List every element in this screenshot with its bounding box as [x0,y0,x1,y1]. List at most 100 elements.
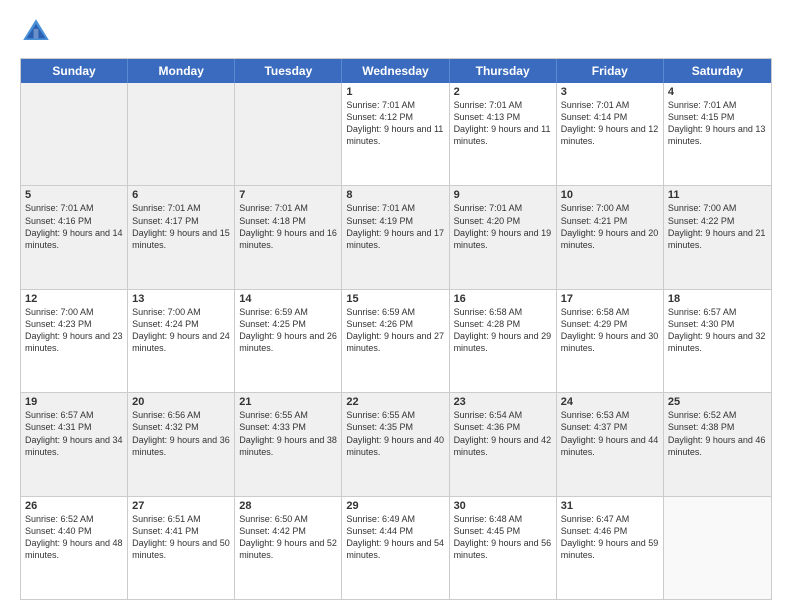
cell-info: Sunrise: 6:52 AM Sunset: 4:40 PM Dayligh… [25,513,123,562]
calendar-row-3: 19Sunrise: 6:57 AM Sunset: 4:31 PM Dayli… [21,392,771,495]
calendar-cell-26: 26Sunrise: 6:52 AM Sunset: 4:40 PM Dayli… [21,497,128,599]
day-number: 2 [454,86,552,98]
day-number: 24 [561,396,659,408]
cell-info: Sunrise: 7:01 AM Sunset: 4:19 PM Dayligh… [346,202,444,251]
cell-info: Sunrise: 6:55 AM Sunset: 4:35 PM Dayligh… [346,409,444,458]
header [20,16,772,48]
day-number: 4 [668,86,767,98]
calendar-cell-15: 15Sunrise: 6:59 AM Sunset: 4:26 PM Dayli… [342,290,449,392]
calendar-cell-21: 21Sunrise: 6:55 AM Sunset: 4:33 PM Dayli… [235,393,342,495]
cell-info: Sunrise: 6:47 AM Sunset: 4:46 PM Dayligh… [561,513,659,562]
cell-info: Sunrise: 6:55 AM Sunset: 4:33 PM Dayligh… [239,409,337,458]
calendar-cell-30: 30Sunrise: 6:48 AM Sunset: 4:45 PM Dayli… [450,497,557,599]
day-header-sunday: Sunday [21,59,128,83]
day-number: 7 [239,189,337,201]
cell-info: Sunrise: 7:01 AM Sunset: 4:16 PM Dayligh… [25,202,123,251]
calendar-cell-25: 25Sunrise: 6:52 AM Sunset: 4:38 PM Dayli… [664,393,771,495]
day-number: 13 [132,293,230,305]
cell-info: Sunrise: 6:58 AM Sunset: 4:28 PM Dayligh… [454,306,552,355]
day-number: 18 [668,293,767,305]
cell-info: Sunrise: 6:49 AM Sunset: 4:44 PM Dayligh… [346,513,444,562]
cell-info: Sunrise: 7:00 AM Sunset: 4:22 PM Dayligh… [668,202,767,251]
day-number: 15 [346,293,444,305]
day-number: 19 [25,396,123,408]
calendar-cell-10: 10Sunrise: 7:00 AM Sunset: 4:21 PM Dayli… [557,186,664,288]
cell-info: Sunrise: 7:01 AM Sunset: 4:12 PM Dayligh… [346,99,444,148]
calendar-cell-3: 3Sunrise: 7:01 AM Sunset: 4:14 PM Daylig… [557,83,664,185]
calendar-cell-13: 13Sunrise: 7:00 AM Sunset: 4:24 PM Dayli… [128,290,235,392]
calendar-cell-6: 6Sunrise: 7:01 AM Sunset: 4:17 PM Daylig… [128,186,235,288]
cell-info: Sunrise: 7:01 AM Sunset: 4:13 PM Dayligh… [454,99,552,148]
cell-info: Sunrise: 6:54 AM Sunset: 4:36 PM Dayligh… [454,409,552,458]
day-number: 27 [132,500,230,512]
logo-icon [20,16,52,48]
day-number: 29 [346,500,444,512]
day-header-tuesday: Tuesday [235,59,342,83]
day-number: 1 [346,86,444,98]
day-number: 20 [132,396,230,408]
calendar-cell-27: 27Sunrise: 6:51 AM Sunset: 4:41 PM Dayli… [128,497,235,599]
cell-info: Sunrise: 7:01 AM Sunset: 4:14 PM Dayligh… [561,99,659,148]
day-number: 16 [454,293,552,305]
cell-info: Sunrise: 7:01 AM Sunset: 4:20 PM Dayligh… [454,202,552,251]
cell-info: Sunrise: 7:00 AM Sunset: 4:21 PM Dayligh… [561,202,659,251]
calendar-row-1: 5Sunrise: 7:01 AM Sunset: 4:16 PM Daylig… [21,185,771,288]
page: SundayMondayTuesdayWednesdayThursdayFrid… [0,0,792,612]
cell-info: Sunrise: 6:48 AM Sunset: 4:45 PM Dayligh… [454,513,552,562]
cell-info: Sunrise: 7:01 AM Sunset: 4:18 PM Dayligh… [239,202,337,251]
cell-info: Sunrise: 6:52 AM Sunset: 4:38 PM Dayligh… [668,409,767,458]
day-header-thursday: Thursday [450,59,557,83]
day-header-wednesday: Wednesday [342,59,449,83]
calendar-cell-empty-0-2 [235,83,342,185]
day-number: 21 [239,396,337,408]
day-number: 3 [561,86,659,98]
calendar-cell-7: 7Sunrise: 7:01 AM Sunset: 4:18 PM Daylig… [235,186,342,288]
day-number: 23 [454,396,552,408]
day-header-saturday: Saturday [664,59,771,83]
calendar-cell-empty-4-6 [664,497,771,599]
cell-info: Sunrise: 7:00 AM Sunset: 4:23 PM Dayligh… [25,306,123,355]
day-headers: SundayMondayTuesdayWednesdayThursdayFrid… [21,59,771,83]
cell-info: Sunrise: 6:56 AM Sunset: 4:32 PM Dayligh… [132,409,230,458]
day-number: 9 [454,189,552,201]
calendar-cell-8: 8Sunrise: 7:01 AM Sunset: 4:19 PM Daylig… [342,186,449,288]
calendar-cell-24: 24Sunrise: 6:53 AM Sunset: 4:37 PM Dayli… [557,393,664,495]
calendar-cell-29: 29Sunrise: 6:49 AM Sunset: 4:44 PM Dayli… [342,497,449,599]
cell-info: Sunrise: 6:59 AM Sunset: 4:25 PM Dayligh… [239,306,337,355]
calendar-cell-empty-0-1 [128,83,235,185]
cell-info: Sunrise: 6:57 AM Sunset: 4:30 PM Dayligh… [668,306,767,355]
calendar-cell-20: 20Sunrise: 6:56 AM Sunset: 4:32 PM Dayli… [128,393,235,495]
calendar-cell-28: 28Sunrise: 6:50 AM Sunset: 4:42 PM Dayli… [235,497,342,599]
calendar-cell-16: 16Sunrise: 6:58 AM Sunset: 4:28 PM Dayli… [450,290,557,392]
logo [20,16,56,48]
calendar-cell-11: 11Sunrise: 7:00 AM Sunset: 4:22 PM Dayli… [664,186,771,288]
calendar-row-2: 12Sunrise: 7:00 AM Sunset: 4:23 PM Dayli… [21,289,771,392]
day-number: 12 [25,293,123,305]
cell-info: Sunrise: 7:00 AM Sunset: 4:24 PM Dayligh… [132,306,230,355]
calendar-cell-23: 23Sunrise: 6:54 AM Sunset: 4:36 PM Dayli… [450,393,557,495]
day-number: 5 [25,189,123,201]
calendar-cell-22: 22Sunrise: 6:55 AM Sunset: 4:35 PM Dayli… [342,393,449,495]
cell-info: Sunrise: 6:51 AM Sunset: 4:41 PM Dayligh… [132,513,230,562]
calendar: SundayMondayTuesdayWednesdayThursdayFrid… [20,58,772,600]
calendar-cell-4: 4Sunrise: 7:01 AM Sunset: 4:15 PM Daylig… [664,83,771,185]
day-number: 26 [25,500,123,512]
day-number: 30 [454,500,552,512]
day-number: 22 [346,396,444,408]
cell-info: Sunrise: 6:57 AM Sunset: 4:31 PM Dayligh… [25,409,123,458]
calendar-cell-19: 19Sunrise: 6:57 AM Sunset: 4:31 PM Dayli… [21,393,128,495]
day-number: 25 [668,396,767,408]
cell-info: Sunrise: 7:01 AM Sunset: 4:15 PM Dayligh… [668,99,767,148]
calendar-cell-18: 18Sunrise: 6:57 AM Sunset: 4:30 PM Dayli… [664,290,771,392]
cell-info: Sunrise: 7:01 AM Sunset: 4:17 PM Dayligh… [132,202,230,251]
cell-info: Sunrise: 6:53 AM Sunset: 4:37 PM Dayligh… [561,409,659,458]
calendar-cell-9: 9Sunrise: 7:01 AM Sunset: 4:20 PM Daylig… [450,186,557,288]
day-number: 10 [561,189,659,201]
day-number: 8 [346,189,444,201]
day-number: 6 [132,189,230,201]
day-number: 11 [668,189,767,201]
day-header-monday: Monday [128,59,235,83]
cell-info: Sunrise: 6:59 AM Sunset: 4:26 PM Dayligh… [346,306,444,355]
calendar-cell-5: 5Sunrise: 7:01 AM Sunset: 4:16 PM Daylig… [21,186,128,288]
day-number: 31 [561,500,659,512]
